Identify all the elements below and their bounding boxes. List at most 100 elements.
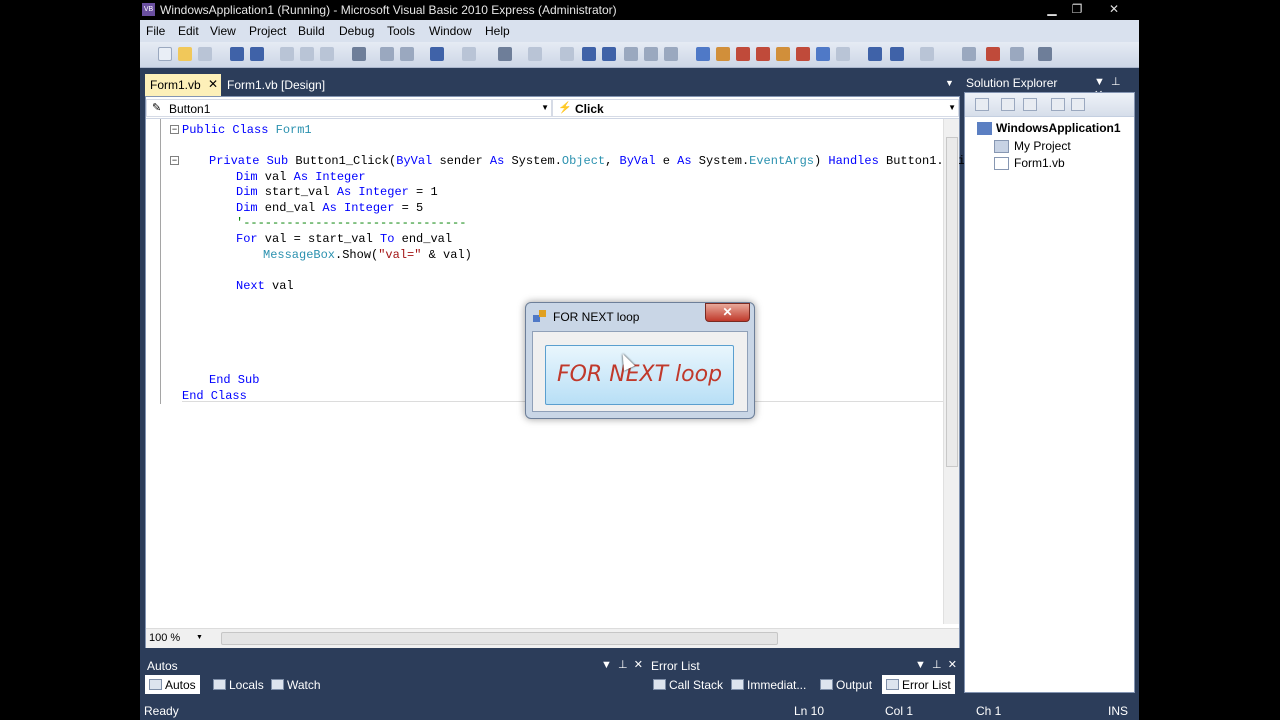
properties-icon[interactable]	[736, 47, 750, 61]
redo-icon[interactable]	[462, 47, 476, 61]
solution-explorer-icon[interactable]	[716, 47, 730, 61]
object-browser-icon[interactable]	[756, 47, 770, 61]
new-project-icon[interactable]	[158, 47, 172, 61]
menu-bar: File Edit View Project Build Debug Tools…	[140, 20, 1139, 42]
lock-controls-icon[interactable]	[1010, 47, 1024, 61]
navigate-forward-icon[interactable]	[528, 47, 542, 61]
save-all-icon[interactable]	[250, 47, 264, 61]
code-line-8: For val = start_val To end_val	[236, 232, 453, 246]
paste-icon[interactable]	[320, 47, 334, 61]
tab-order-icon[interactable]	[986, 47, 1000, 61]
show-all-files-icon[interactable]	[1001, 98, 1015, 111]
layout-icon[interactable]	[920, 47, 934, 61]
tab-autos[interactable]: Autos	[145, 675, 200, 694]
form-file-icon	[994, 157, 1009, 170]
window-icon[interactable]	[836, 47, 850, 61]
tab-form1-design[interactable]: Form1.vb [Design]	[227, 78, 325, 92]
start-page-icon[interactable]	[796, 47, 810, 61]
comment-icon[interactable]	[380, 47, 394, 61]
error-list-icon	[886, 679, 899, 690]
panel-dropdown-icon[interactable]: ▼	[601, 659, 612, 671]
format-icon[interactable]	[962, 47, 976, 61]
method-name-dropdown[interactable]: ⚡ Click ▼	[552, 99, 959, 117]
copy-icon[interactable]	[300, 47, 314, 61]
grid-icon[interactable]	[890, 47, 904, 61]
tab-locals[interactable]: Locals	[209, 675, 268, 694]
for-next-loop-button[interactable]: FOR NEXT loop	[545, 345, 734, 405]
zoom-level[interactable]: 100 %	[149, 632, 180, 644]
horizontal-scroll-thumb[interactable]	[221, 632, 778, 645]
maximize-button[interactable]: ❐	[1065, 1, 1089, 18]
error-list-panel-title: Error List	[651, 659, 700, 673]
minimize-button[interactable]: ▁	[1040, 1, 1064, 18]
close-panel-icon[interactable]: ✕	[634, 659, 643, 671]
watch-icon	[271, 679, 284, 690]
tab-watch[interactable]: Watch	[267, 675, 325, 694]
panel-dropdown-icon[interactable]: ▼	[1094, 76, 1105, 88]
step-out-icon[interactable]	[664, 47, 678, 61]
panel-dropdown-icon[interactable]: ▼	[915, 659, 926, 671]
navigate-back-icon[interactable]	[498, 47, 512, 61]
menu-file[interactable]: File	[146, 24, 165, 38]
close-window-button[interactable]: ✕	[1102, 1, 1126, 18]
zoom-dropdown-icon[interactable]: ▼	[196, 634, 203, 641]
extension-icon[interactable]	[816, 47, 830, 61]
menu-view[interactable]: View	[210, 24, 236, 38]
menu-tools[interactable]: Tools	[387, 24, 415, 38]
tab-form1-vb[interactable]: Form1.vb ✕	[145, 74, 221, 96]
collapse-sub-icon[interactable]: −	[170, 156, 179, 165]
undo-icon[interactable]	[430, 47, 444, 61]
menu-project[interactable]: Project	[249, 24, 286, 38]
code-line-6: Dim end_val As Integer = 5	[236, 201, 424, 215]
menu-debug[interactable]: Debug	[339, 24, 374, 38]
step-over-icon[interactable]	[644, 47, 658, 61]
find-in-files-icon[interactable]	[696, 47, 710, 61]
pin-icon[interactable]: ⊥	[618, 659, 628, 671]
standard-toolbar	[140, 42, 1139, 68]
menu-edit[interactable]: Edit	[178, 24, 199, 38]
step-into-icon[interactable]	[624, 47, 638, 61]
pin-icon[interactable]: ⊥	[932, 659, 942, 671]
status-insert-mode: INS	[1108, 704, 1129, 718]
properties-icon[interactable]	[975, 98, 989, 111]
dialog-close-button[interactable]: ✕	[705, 303, 750, 322]
tab-error-list[interactable]: Error List	[882, 675, 955, 694]
tab-list-dropdown-icon[interactable]: ▼	[945, 78, 954, 88]
options-icon[interactable]	[1038, 47, 1052, 61]
save-icon[interactable]	[230, 47, 244, 61]
tree-item-project[interactable]: WindowsApplication1	[996, 121, 1121, 135]
view-code-icon[interactable]	[1051, 98, 1065, 111]
editor-navigation-bar: ✎ Button1 ▼ ⚡ Click ▼	[146, 97, 959, 119]
tab-call-stack[interactable]: Call Stack	[649, 675, 727, 694]
collapse-class-icon[interactable]: −	[170, 125, 179, 134]
find-icon[interactable]	[352, 47, 366, 61]
tree-item-my-project[interactable]: My Project	[1014, 139, 1071, 153]
vertical-scroll-thumb[interactable]	[946, 137, 958, 467]
tab-immediate[interactable]: Immediat...	[727, 675, 810, 694]
break-all-icon[interactable]	[582, 47, 596, 61]
close-panel-icon[interactable]: ✕	[948, 659, 957, 671]
add-item-icon[interactable]	[198, 47, 212, 61]
code-line-5: Dim start_val As Integer = 1	[236, 185, 438, 199]
vb-app-icon: VB	[142, 3, 155, 16]
menu-help[interactable]: Help	[485, 24, 510, 38]
tree-item-form1[interactable]: Form1.vb	[1014, 156, 1065, 170]
view-designer-icon[interactable]	[1071, 98, 1085, 111]
tab-output[interactable]: Output	[816, 675, 876, 694]
close-tab-icon[interactable]: ✕	[208, 77, 218, 91]
class-name-dropdown[interactable]: ✎ Button1 ▼	[146, 99, 552, 117]
uncomment-icon[interactable]	[400, 47, 414, 61]
code-line-4: Dim val As Integer	[236, 170, 366, 184]
cut-icon[interactable]	[280, 47, 294, 61]
code-line-11: Next val	[236, 279, 294, 293]
open-file-icon[interactable]	[178, 47, 192, 61]
menu-build[interactable]: Build	[298, 24, 325, 38]
refresh-icon[interactable]	[1023, 98, 1037, 111]
start-debugging-icon[interactable]	[560, 47, 574, 61]
pin-icon[interactable]: ⊥	[1111, 76, 1121, 88]
stop-debugging-icon[interactable]	[602, 47, 616, 61]
toolbox-icon[interactable]	[776, 47, 790, 61]
vertical-scrollbar[interactable]	[943, 119, 959, 624]
align-icon[interactable]	[868, 47, 882, 61]
menu-window[interactable]: Window	[429, 24, 472, 38]
